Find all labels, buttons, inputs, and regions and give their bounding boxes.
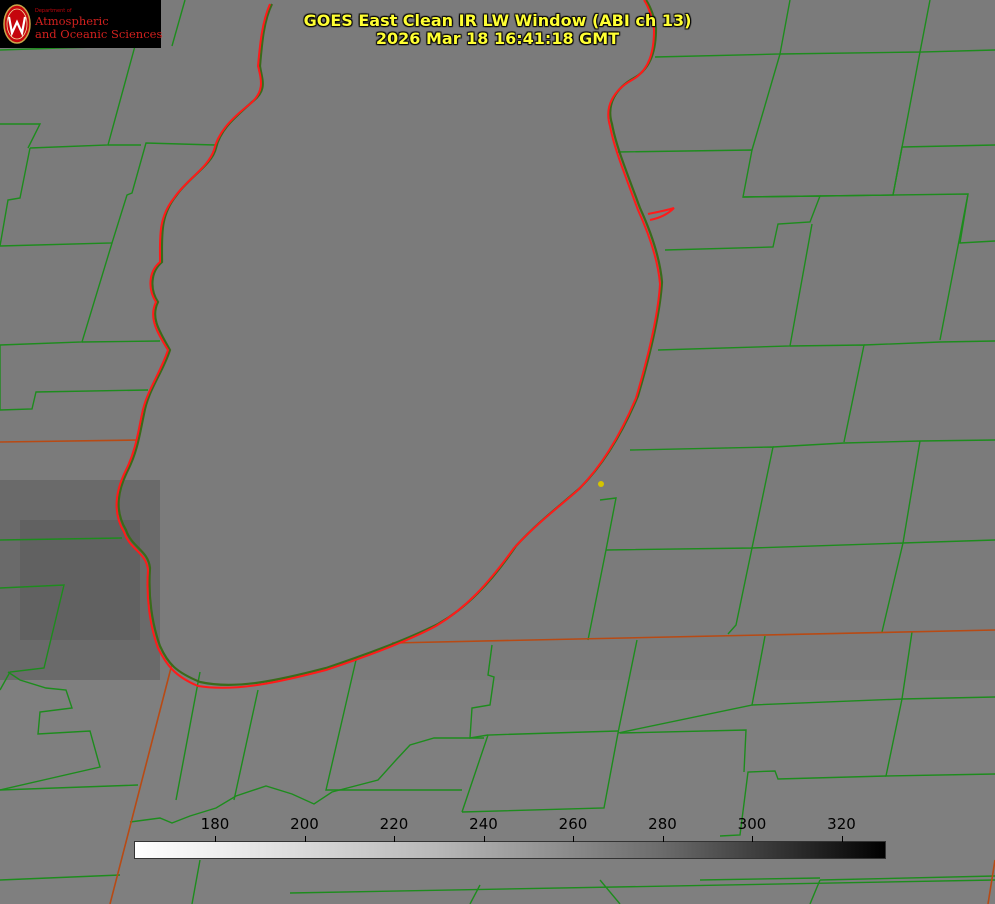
satellite-map (0, 0, 995, 904)
satellite-image-viewer: Department of Atmospheric and Oceanic Sc… (0, 0, 995, 904)
colorbar-tick-mark (215, 836, 216, 842)
colorbar-tick-mark (752, 836, 753, 842)
colorbar-tick-label: 300 (737, 815, 767, 833)
colorbar-tick-label: 240 (469, 815, 498, 833)
colorbar-tick-mark (573, 836, 574, 842)
colorbar-tick-label: 280 (648, 815, 677, 833)
colorbar-tick-label: 220 (379, 815, 409, 833)
colorbar-tick-label: 260 (558, 815, 588, 833)
location-marker (598, 481, 604, 487)
colorbar-tick-mark (304, 836, 306, 842)
colorbar-tick-mark (483, 836, 485, 842)
colorbar-tick-mark (841, 836, 843, 842)
colorbar-tick-mark (394, 836, 395, 842)
image-title: GOES East Clean IR LW Window (ABI ch 13) (303, 11, 692, 30)
colorbar-tick-mark (662, 836, 664, 842)
ir-lighter-region (0, 680, 995, 904)
colorbar-tick-label: 180 (200, 815, 230, 833)
image-timestamp: 2026 Mar 18 16:41:18 GMT (375, 29, 620, 48)
temperature-colorbar (134, 841, 886, 859)
colorbar-tick-label: 200 (290, 815, 319, 833)
colorbar-tick-label: 320 (827, 815, 856, 833)
